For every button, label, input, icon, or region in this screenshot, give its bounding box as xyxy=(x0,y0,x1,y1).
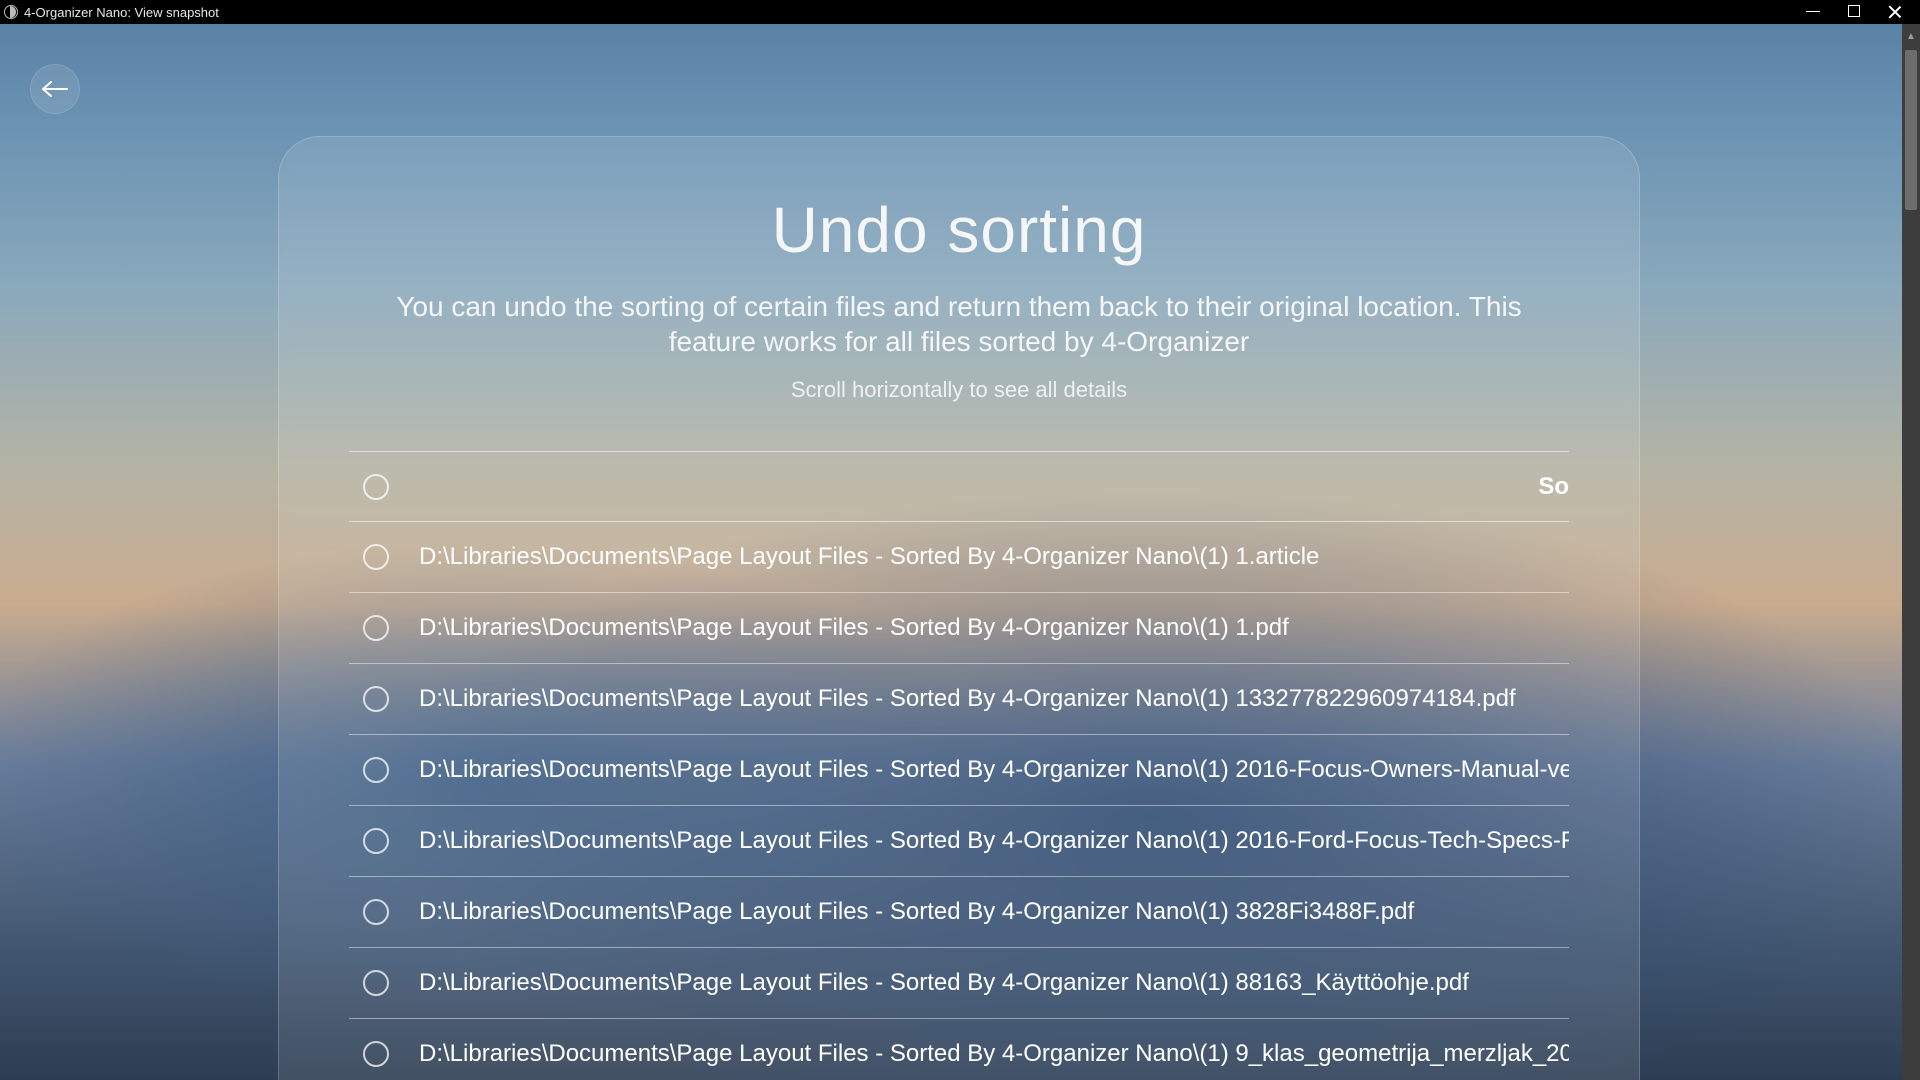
page-subtitle: You can undo the sorting of certain file… xyxy=(369,289,1549,359)
file-table: So D:\Libraries\Documents\Page Layout Fi… xyxy=(349,451,1569,1080)
file-path: D:\Libraries\Documents\Page Layout Files… xyxy=(419,969,1569,997)
row-radio[interactable] xyxy=(363,899,389,925)
window-title: 4-Organizer Nano: View snapshot xyxy=(24,5,219,20)
file-path: D:\Libraries\Documents\Page Layout Files… xyxy=(419,756,1569,784)
file-path: D:\Libraries\Documents\Page Layout Files… xyxy=(419,543,1569,571)
table-row[interactable]: D:\Libraries\Documents\Page Layout Files… xyxy=(349,877,1569,948)
page-title: Undo sorting xyxy=(349,193,1569,267)
minimize-button[interactable] xyxy=(1806,5,1820,19)
table-row[interactable]: D:\Libraries\Documents\Page Layout Files… xyxy=(349,735,1569,806)
row-radio[interactable] xyxy=(363,828,389,854)
row-radio[interactable] xyxy=(363,544,389,570)
table-row[interactable]: D:\Libraries\Documents\Page Layout Files… xyxy=(349,948,1569,1019)
scroll-hint: Scroll horizontally to see all details xyxy=(349,377,1569,403)
window-controls xyxy=(1806,5,1916,19)
file-path: D:\Libraries\Documents\Page Layout Files… xyxy=(419,827,1569,855)
column-header-truncated: So xyxy=(1538,473,1569,501)
scroll-up-arrow-icon[interactable]: ▲ xyxy=(1902,26,1920,46)
table-row[interactable]: D:\Libraries\Documents\Page Layout Files… xyxy=(349,664,1569,735)
row-radio[interactable] xyxy=(363,1041,389,1067)
scrollbar-thumb[interactable] xyxy=(1905,50,1917,210)
table-row[interactable]: D:\Libraries\Documents\Page Layout Files… xyxy=(349,593,1569,664)
viewport: Undo sorting You can undo the sorting of… xyxy=(0,24,1920,1080)
row-radio[interactable] xyxy=(363,686,389,712)
file-path: D:\Libraries\Documents\Page Layout Files… xyxy=(419,898,1569,926)
file-path: D:\Libraries\Documents\Page Layout Files… xyxy=(419,1040,1569,1068)
file-path: D:\Libraries\Documents\Page Layout Files… xyxy=(419,614,1569,642)
arrow-left-icon xyxy=(41,79,69,99)
maximize-button[interactable] xyxy=(1848,5,1860,17)
close-button[interactable] xyxy=(1888,5,1902,19)
undo-sorting-card: Undo sorting You can undo the sorting of… xyxy=(278,136,1640,1080)
row-radio[interactable] xyxy=(363,757,389,783)
row-radio[interactable] xyxy=(363,970,389,996)
table-row[interactable]: D:\Libraries\Documents\Page Layout Files… xyxy=(349,522,1569,593)
table-row[interactable]: D:\Libraries\Documents\Page Layout Files… xyxy=(349,1019,1569,1080)
table-row[interactable]: D:\Libraries\Documents\Page Layout Files… xyxy=(349,806,1569,877)
select-all-radio[interactable] xyxy=(363,474,389,500)
file-path: D:\Libraries\Documents\Page Layout Files… xyxy=(419,685,1569,713)
titlebar: 4-Organizer Nano: View snapshot xyxy=(0,0,1920,24)
app-icon xyxy=(4,5,18,19)
vertical-scrollbar[interactable]: ▲ xyxy=(1902,24,1920,1080)
table-header: So xyxy=(349,452,1569,522)
back-button[interactable] xyxy=(30,64,80,114)
row-radio[interactable] xyxy=(363,615,389,641)
